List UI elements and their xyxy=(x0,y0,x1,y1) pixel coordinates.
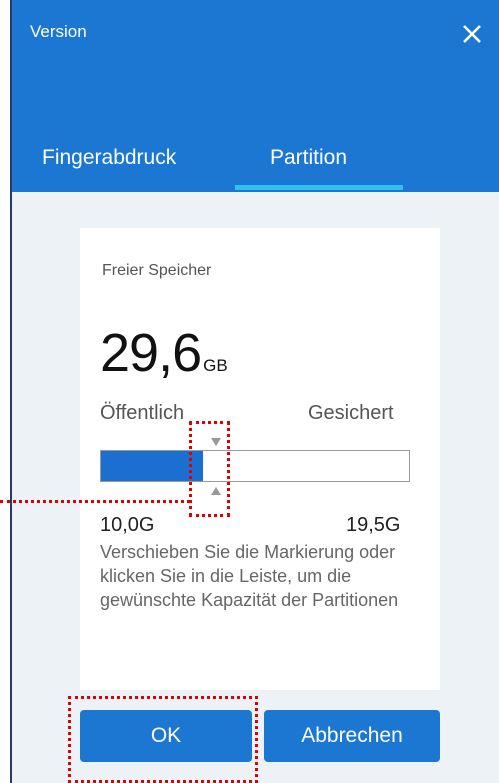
close-icon xyxy=(463,25,481,43)
window-left-edge xyxy=(0,0,12,783)
storage-card: Freier Speicher 29,6 GB Öffentlich Gesich… xyxy=(80,228,440,690)
slider-marker-bottom-icon[interactable] xyxy=(211,487,221,495)
secure-partition-size: 19,5G xyxy=(346,514,401,536)
tab-partition[interactable]: Partition xyxy=(270,146,347,170)
secure-partition-label: Gesichert xyxy=(308,402,394,424)
capacity-display: 29,6 GB xyxy=(100,326,228,380)
cancel-button[interactable]: Abbrechen xyxy=(264,710,440,762)
close-button[interactable] xyxy=(456,18,488,50)
capacity-unit: GB xyxy=(203,356,228,375)
capacity-value: 29,6 xyxy=(100,323,202,383)
public-partition-label: Öffentlich xyxy=(100,402,185,424)
app-window: Version Fingerabdruck Partition Freier S… xyxy=(0,0,499,783)
slider-marker-top-icon[interactable] xyxy=(211,438,221,446)
free-storage-label: Freier Speicher xyxy=(102,262,212,279)
dialog-panel: Version Fingerabdruck Partition Freier S… xyxy=(12,0,499,783)
help-text: Verschieben Sie die Markierung oder klic… xyxy=(100,542,399,610)
public-partition-fill xyxy=(101,451,203,481)
tab-fingerabdruck[interactable]: Fingerabdruck xyxy=(42,146,176,170)
ok-button[interactable]: OK xyxy=(80,710,252,762)
dialog-title: Version xyxy=(30,22,87,41)
active-tab-indicator xyxy=(235,185,403,190)
partition-slider-track[interactable] xyxy=(100,450,410,482)
public-partition-size: 10,0G xyxy=(100,514,155,536)
dialog-header: Version Fingerabdruck Partition xyxy=(12,0,499,192)
